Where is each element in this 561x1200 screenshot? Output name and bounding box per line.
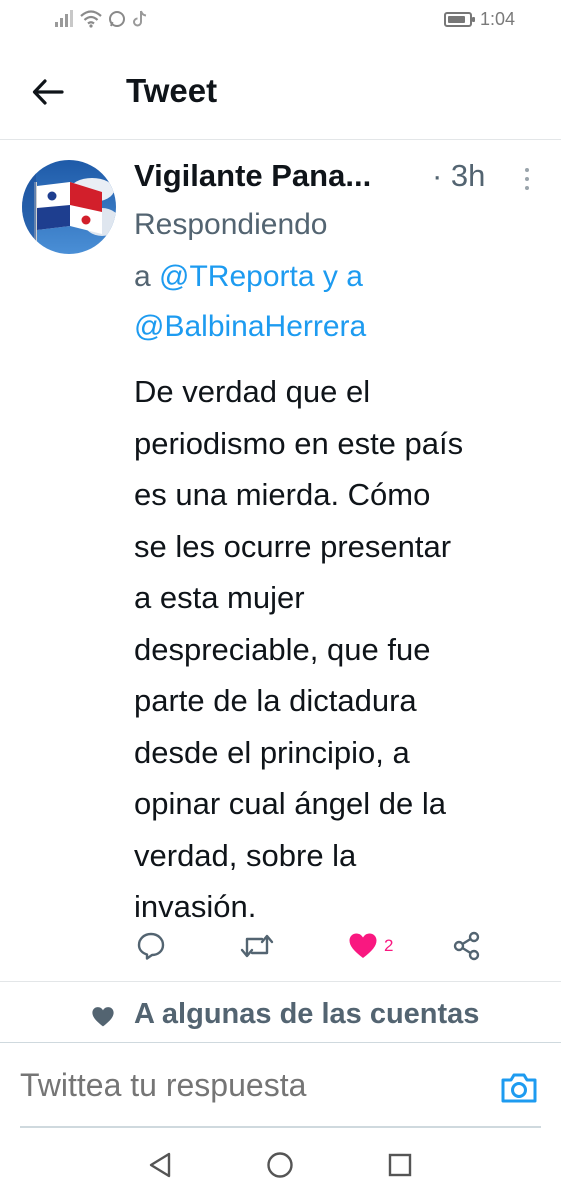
- whatsapp-icon: [109, 11, 125, 27]
- nav-back-button[interactable]: [145, 1150, 175, 1180]
- more-dot: [525, 177, 529, 181]
- camera-icon: [501, 1073, 537, 1103]
- tweet-text-line: se les ocurre presentar: [134, 528, 452, 564]
- tweet-actions: 2: [132, 924, 502, 968]
- liked-by-text: A algunas de las cuentas: [134, 998, 480, 1030]
- replying-to-label: Respondiendo: [134, 208, 328, 241]
- tweet: Vigilante Pana... · 3h Respondiendo a @T…: [0, 140, 561, 982]
- nav-home-button[interactable]: [265, 1150, 295, 1180]
- share-button[interactable]: [452, 924, 482, 968]
- page-title: Tweet: [126, 72, 218, 109]
- tweet-text-line: es una mierda. Cómo: [134, 477, 431, 512]
- more-options-button[interactable]: [515, 162, 539, 196]
- mention-treporta[interactable]: @TReporta: [159, 260, 315, 293]
- retweet-button[interactable]: [240, 924, 274, 968]
- nav-recents-button[interactable]: [385, 1150, 415, 1180]
- panama-flag-avatar-image: [22, 160, 116, 254]
- replying-to-line: a @TReporta y a: [134, 260, 363, 294]
- reply-conjunction[interactable]: y a: [323, 260, 363, 293]
- square-recents-icon: [388, 1153, 412, 1177]
- tweet-text-line: desde el principio, a: [134, 734, 410, 770]
- status-icons-right: 1:04: [443, 9, 515, 30]
- triangle-back-icon: [149, 1152, 171, 1178]
- status-time: 1:04: [479, 9, 515, 29]
- heart-icon: [92, 1007, 114, 1027]
- battery-icon: [443, 12, 475, 27]
- heart-icon: [349, 933, 377, 958]
- share-icon: [453, 931, 480, 961]
- tweet-text-line: parte de la dictadura: [134, 683, 417, 718]
- tweet-text-line: verdad, sobre la: [134, 837, 357, 873]
- liked-by-row[interactable]: A algunas de las cuentas: [0, 982, 561, 1042]
- more-vertical-icon: [525, 168, 529, 172]
- arrow-left-icon: [32, 79, 64, 105]
- tweet-text-line: periodismo en este país: [134, 425, 464, 461]
- replying-to-line-2: @BalbinaHerrera: [134, 310, 366, 344]
- reply-prefix: a: [134, 260, 151, 293]
- tweet-time[interactable]: · 3h: [432, 158, 485, 194]
- reply-input[interactable]: [20, 1067, 460, 1104]
- retweet-icon: [240, 934, 274, 958]
- display-name[interactable]: Vigilante Pana...: [134, 158, 371, 194]
- screen: 1:04 Tweet Vigilante Pana... · 3h Respon…: [0, 0, 561, 1200]
- wifi-icon: [80, 10, 102, 28]
- camera-button[interactable]: [499, 1071, 539, 1105]
- status-bar: 1:04: [0, 0, 561, 44]
- system-nav-bar: [0, 1128, 561, 1200]
- like-button[interactable]: 2: [348, 924, 393, 968]
- tiktok-icon: [133, 10, 147, 27]
- reply-icon: [137, 932, 165, 960]
- tweet-text-line: a esta mujer: [134, 580, 305, 615]
- status-icons-left: [54, 10, 148, 28]
- like-count: 2: [384, 936, 394, 955]
- tweet-header: Vigilante Pana... · 3h: [134, 154, 539, 200]
- more-dot: [525, 186, 529, 190]
- back-button[interactable]: [26, 74, 70, 110]
- signal-icon: [55, 10, 73, 27]
- reply-button[interactable]: [136, 924, 166, 968]
- tweet-text-line: De verdad que el: [134, 374, 371, 409]
- avatar[interactable]: [22, 160, 116, 254]
- tweet-text: De verdad que el periodismo en este país…: [134, 366, 544, 933]
- reply-composer: [0, 1042, 561, 1128]
- mention-balbinaherrera[interactable]: @BalbinaHerrera: [134, 310, 366, 343]
- tweet-text-line: opinar cual ángel de la: [134, 786, 446, 821]
- circle-home-icon: [267, 1152, 293, 1178]
- header: Tweet: [0, 44, 561, 140]
- tweet-text-line: despreciable, que fue: [134, 631, 431, 667]
- battery-fill: [447, 16, 465, 23]
